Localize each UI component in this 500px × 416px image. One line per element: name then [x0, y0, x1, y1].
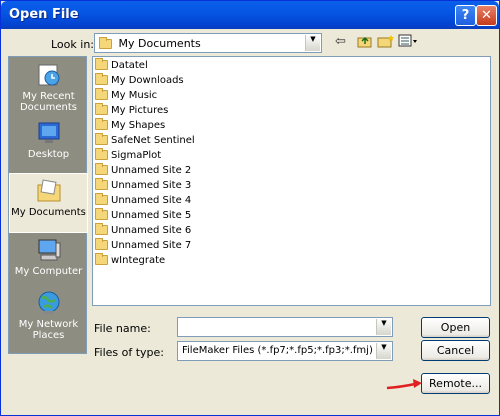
place-my-documents[interactable]: My Documents — [9, 173, 88, 233]
shapes-folder-icon — [95, 118, 108, 130]
recent-documents-icon — [36, 62, 62, 88]
window-title: Open File — [9, 7, 79, 22]
folder-icon — [95, 253, 108, 265]
close-button[interactable]: ✕ — [476, 5, 497, 26]
folder-name: Unnamed Site 3 — [111, 180, 192, 191]
place-my-computer[interactable]: My Computer — [9, 237, 88, 283]
place-my-recent-documents[interactable]: My Recent Documents — [9, 62, 88, 118]
list-item[interactable]: My Shapes — [95, 118, 166, 135]
look-in-value: My Documents — [118, 37, 201, 50]
list-item[interactable]: SafeNet Sentinel — [95, 133, 195, 150]
chevron-down-icon[interactable]: ▼ — [376, 343, 391, 359]
title-bar[interactable]: Open File ? ✕ — [1, 1, 499, 29]
folder-name: Unnamed Site 5 — [111, 210, 192, 221]
list-item[interactable]: Unnamed Site 7 — [95, 238, 192, 255]
folder-name: My Pictures — [111, 105, 169, 116]
list-item[interactable]: Unnamed Site 6 — [95, 223, 192, 240]
my-documents-icon — [36, 178, 62, 204]
list-item[interactable]: Unnamed Site 4 — [95, 193, 192, 210]
folder-name: Datatel — [111, 60, 148, 71]
folder-name: SafeNet Sentinel — [111, 135, 195, 146]
folder-name: Unnamed Site 6 — [111, 225, 192, 236]
place-label: My Recent Documents — [19, 91, 78, 113]
my-computer-icon — [36, 237, 62, 263]
list-item[interactable]: My Music — [95, 88, 158, 105]
folder-icon — [95, 223, 108, 235]
chevron-down-icon[interactable]: ▼ — [376, 319, 391, 335]
folder-name: My Downloads — [111, 75, 184, 86]
place-label: My Computer — [14, 266, 83, 277]
folder-icon — [95, 178, 108, 190]
open-file-dialog: Open File ? ✕ Look in: My Documents ▼ ⇦ … — [0, 0, 500, 416]
folder-name: SigmaPlot — [111, 150, 162, 161]
new-folder-icon[interactable] — [377, 34, 395, 52]
file-name-label: File name: — [94, 322, 151, 335]
folder-icon — [95, 193, 108, 205]
look-in-label: Look in: — [51, 38, 94, 51]
list-item[interactable]: SigmaPlot — [95, 148, 162, 165]
cancel-button[interactable]: Cancel — [421, 340, 490, 361]
pictures-folder-icon — [95, 103, 108, 115]
place-label: My Network Places — [18, 319, 79, 341]
help-button[interactable]: ? — [455, 5, 476, 26]
list-item[interactable]: My Downloads — [95, 73, 184, 90]
views-menu-icon[interactable] — [398, 34, 418, 52]
folder-icon — [99, 37, 112, 49]
folder-name: wIntegrate — [111, 255, 166, 266]
folder-name: Unnamed Site 4 — [111, 195, 192, 206]
folder-icon — [95, 208, 108, 220]
folder-icon — [95, 73, 108, 85]
place-label: Desktop — [27, 149, 70, 160]
up-folder-icon[interactable] — [357, 34, 373, 52]
places-bar: My Recent Documents Desktop My Documents… — [8, 56, 88, 354]
look-in-dropdown[interactable]: My Documents ▼ — [94, 33, 322, 53]
folder-name: Unnamed Site 7 — [111, 240, 192, 251]
files-of-type-label: Files of type: — [94, 346, 165, 359]
annotation-arrow-icon — [386, 379, 422, 390]
music-folder-icon — [95, 88, 108, 100]
list-item[interactable]: wIntegrate — [95, 253, 166, 270]
place-desktop[interactable]: Desktop — [9, 120, 88, 164]
folder-name: My Music — [111, 90, 158, 101]
file-name-input[interactable]: ▼ — [177, 317, 393, 337]
place-my-network-places[interactable]: My Network Places — [9, 290, 88, 348]
files-of-type-value: FileMaker Files (*.fp7;*.fp5;*.fp3;*.fmj… — [182, 345, 373, 356]
chevron-down-icon[interactable]: ▼ — [305, 35, 320, 51]
folder-name: Unnamed Site 2 — [111, 165, 192, 176]
list-item[interactable]: My Pictures — [95, 103, 169, 120]
list-item[interactable]: Unnamed Site 2 — [95, 163, 192, 180]
list-item[interactable]: Unnamed Site 3 — [95, 178, 192, 195]
place-label: My Documents — [11, 207, 86, 218]
file-list[interactable]: Datatel My Downloads My Music My Picture… — [92, 56, 491, 306]
files-of-type-dropdown[interactable]: FileMaker Files (*.fp7;*.fp5;*.fp3;*.fmj… — [177, 341, 393, 361]
desktop-icon — [36, 120, 62, 146]
folder-icon — [95, 163, 108, 175]
look-in-value-wrap: My Documents — [99, 37, 201, 50]
folder-icon — [95, 58, 108, 70]
network-places-icon — [36, 290, 62, 316]
remote-button[interactable]: Remote... — [421, 373, 490, 394]
folder-name: My Shapes — [111, 120, 166, 131]
open-button[interactable]: Open — [421, 317, 490, 338]
list-item[interactable]: Unnamed Site 5 — [95, 208, 192, 225]
folder-icon — [95, 148, 108, 160]
folder-icon — [95, 133, 108, 145]
back-icon[interactable]: ⇦ — [335, 34, 346, 49]
folder-icon — [95, 238, 108, 250]
